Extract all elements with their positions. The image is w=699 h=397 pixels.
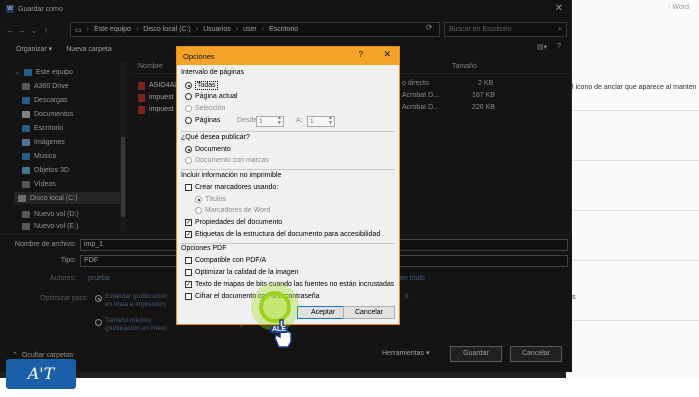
page-range-current-option[interactable]: Página actual <box>185 93 237 100</box>
publish-heading: ¿Qué desea publicar? <box>181 134 250 141</box>
page-range-all-option[interactable]: Todas <box>185 81 218 90</box>
headings-radio[interactable] <box>195 196 202 203</box>
background-hint-text: l icono de anclar que aparece al manten <box>572 84 697 91</box>
create-bookmarks-option[interactable]: Crear marcadores usando: <box>185 184 278 191</box>
cursor-label: ALE <box>270 326 288 333</box>
dialog-title: Opciones <box>183 51 215 61</box>
to-label: A: <box>296 117 303 124</box>
publish-markup-option[interactable]: Documento con marcas <box>185 157 269 164</box>
doc-properties-option[interactable]: ✓ Propiedades del documento <box>185 219 282 226</box>
stepper-arrows-icon[interactable]: ▲ ▼ <box>328 116 333 126</box>
help-icon[interactable]: ? <box>359 50 363 59</box>
publish-document-option[interactable]: Documento <box>185 146 231 153</box>
encrypt-checkbox[interactable] <box>185 293 192 300</box>
create-bookmarks-checkbox[interactable] <box>185 184 192 191</box>
stepper-arrows-icon[interactable]: ▲ ▼ <box>277 116 282 126</box>
structure-tags-checkbox[interactable]: ✓ <box>185 231 192 238</box>
publish-document-radio[interactable] <box>185 146 192 153</box>
divider <box>566 160 699 161</box>
options-dialog: Opciones ? ✕ Intervalo de páginas Todas … <box>176 46 400 325</box>
divider <box>566 260 699 261</box>
page-range-pages-option[interactable]: Páginas <box>185 117 220 124</box>
page-range-all-radio[interactable] <box>185 82 192 89</box>
optimize-image-option[interactable]: Optimizar la calidad de la imagen <box>185 269 299 276</box>
dialog-title-bar: Opciones ? ✕ <box>177 47 399 65</box>
divider <box>181 131 395 132</box>
divider <box>566 210 699 211</box>
doc-properties-checkbox[interactable]: ✓ <box>185 219 192 226</box>
divider <box>566 110 699 111</box>
publish-markup-radio[interactable] <box>185 157 192 164</box>
logo: A'T <box>6 359 76 389</box>
accept-button[interactable]: Aceptar <box>297 306 349 319</box>
word-bookmarks-radio[interactable] <box>195 207 202 214</box>
nonprint-heading: Incluir información no imprimible <box>181 172 282 179</box>
headings-option[interactable]: Títulos <box>195 196 226 203</box>
structure-tags-option[interactable]: ✓ Etiquetas de la estructura del document… <box>185 231 380 238</box>
divider <box>181 243 395 244</box>
word-background: - Word l icono de anclar que aparece al … <box>566 0 699 397</box>
bitmap-text-checkbox[interactable]: ✓ <box>185 281 192 288</box>
pdfa-option[interactable]: Compatible con PDF/A <box>185 257 266 264</box>
word-bookmarks-option[interactable]: Marcadores de Word <box>195 207 270 214</box>
taskbar <box>0 378 699 397</box>
optimize-image-checkbox[interactable] <box>185 269 192 276</box>
dialog-cancel-button[interactable]: Cancelar <box>343 306 395 319</box>
page-range-heading: Intervalo de páginas <box>181 69 245 76</box>
page-range-selection-radio[interactable] <box>185 105 192 112</box>
divider <box>566 320 699 321</box>
hand-cursor-icon <box>273 318 293 348</box>
pdf-options-heading: Opciones PDF <box>181 245 227 252</box>
divider <box>181 169 395 170</box>
from-page-stepper[interactable]: 1 ▲ ▼ <box>256 116 284 127</box>
page-range-current-radio[interactable] <box>185 93 192 100</box>
background-hint-text-2: s <box>572 294 576 301</box>
word-app-title: - Word <box>668 4 689 11</box>
to-page-stepper[interactable]: 1 ▲ ▼ <box>307 116 335 127</box>
bitmap-text-option[interactable]: ✓ Texto de mapas de bits cuando las fuent… <box>185 281 394 288</box>
page-range-pages-radio[interactable] <box>185 117 192 124</box>
page-range-selection-option[interactable]: Selección <box>185 105 225 112</box>
pdfa-checkbox[interactable] <box>185 257 192 264</box>
close-icon[interactable]: ✕ <box>383 49 391 60</box>
